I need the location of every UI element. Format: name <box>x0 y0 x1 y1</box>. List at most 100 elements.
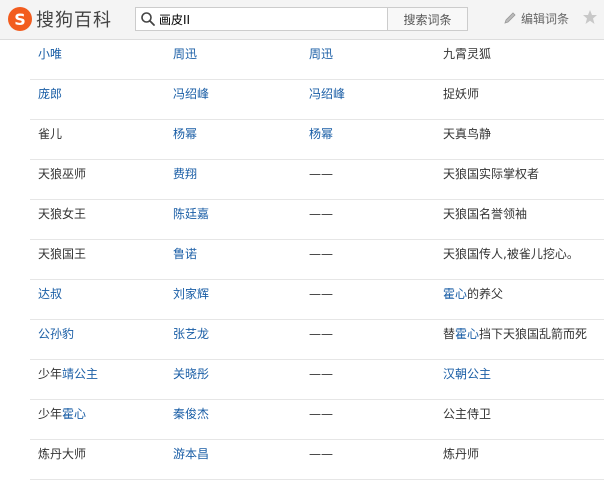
entry-link[interactable]: 汉朝公主 <box>443 367 491 381</box>
voice-actor: —— <box>309 240 333 280</box>
voice-actor: 周迅 <box>309 40 333 80</box>
character-name: 达叔 <box>38 280 62 320</box>
table-row: 达叔 刘家辉 —— 霍心的养父 <box>30 280 604 320</box>
table-row: 小唯 周迅 周迅 九霄灵狐 <box>30 40 604 80</box>
role-description: 天真鸟静 <box>443 120 491 160</box>
cell-text: 天狼女王 <box>38 207 87 221</box>
table-row: 少年靖公主 关晓彤 —— 汉朝公主 <box>30 360 604 400</box>
role-description: 霍心的养父 <box>443 280 503 320</box>
search-button[interactable]: 搜索词条 <box>388 7 468 31</box>
character-name: 天狼巫师 <box>38 160 86 200</box>
entry-link[interactable]: 游本昌 <box>173 447 209 461</box>
edit-entry-button[interactable]: 编辑词条 <box>503 8 569 28</box>
table-row: 雀儿 杨幂 杨幂 天真鸟静 <box>30 120 604 160</box>
cell-text: 捉妖师 <box>443 87 480 101</box>
character-name: 少年靖公主 <box>38 360 98 400</box>
cell-text: 天狼国传人,被雀儿挖心。 <box>443 247 579 261</box>
cell-text: 天狼巫师 <box>38 167 87 181</box>
actor-name: 冯绍峰 <box>173 80 209 120</box>
character-name: 雀儿 <box>38 120 62 160</box>
entry-link[interactable]: 杨幂 <box>309 127 333 141</box>
role-description: 天狼国传人,被雀儿挖心。 <box>443 240 579 280</box>
entry-link[interactable]: 冯绍峰 <box>309 87 345 101</box>
voice-actor: —— <box>309 360 333 400</box>
role-description: 天狼国名誉领袖 <box>443 200 527 240</box>
cell-text: 少年 <box>38 367 63 381</box>
cell-text: —— <box>309 207 333 221</box>
entry-link[interactable]: 冯绍峰 <box>173 87 209 101</box>
cell-text: 天狼国实际掌权者 <box>443 167 540 181</box>
actor-name: 游本昌 <box>173 440 209 480</box>
table-row: 少年霍心 秦俊杰 —— 公主侍卫 <box>30 400 604 440</box>
entry-link[interactable]: 周迅 <box>309 47 333 61</box>
character-name: 小唯 <box>38 40 62 80</box>
actor-name: 鲁诺 <box>173 240 197 280</box>
table-row: 庞郎 冯绍峰 冯绍峰 捉妖师 <box>30 80 604 120</box>
logo-text: 搜狗百科 <box>36 10 112 31</box>
cell-text: 天真鸟静 <box>443 127 492 141</box>
entry-link[interactable]: 霍心 <box>455 327 479 341</box>
character-name: 天狼女王 <box>38 200 86 240</box>
cell-text: 九霄灵狐 <box>443 47 492 61</box>
star-icon[interactable] <box>582 9 598 25</box>
cell-text: 替 <box>443 327 456 341</box>
character-name: 炼丹大师 <box>38 440 86 480</box>
role-description: 九霄灵狐 <box>443 40 491 80</box>
cell-text: 雀儿 <box>38 127 63 141</box>
entry-link[interactable]: 陈廷嘉 <box>173 207 209 221</box>
actor-name: 杨幂 <box>173 120 197 160</box>
entry-link[interactable]: 公孙豹 <box>38 327 74 341</box>
role-description: 替霍心挡下天狼国乱箭而死 <box>443 320 587 360</box>
table-row: 天狼巫师 费翔 —— 天狼国实际掌权者 <box>30 160 604 200</box>
cell-text: 炼丹师 <box>443 447 480 461</box>
search-input[interactable] <box>156 9 387 29</box>
role-description: 炼丹师 <box>443 440 479 480</box>
cell-text: 少年 <box>38 407 63 421</box>
entry-link[interactable]: 靖公主 <box>62 367 98 381</box>
voice-actor: —— <box>309 160 333 200</box>
voice-actor: —— <box>309 280 333 320</box>
entry-link[interactable]: 鲁诺 <box>173 247 197 261</box>
table-row: 炼丹大师 游本昌 —— 炼丹师 <box>30 440 604 480</box>
entry-link[interactable]: 霍心 <box>443 287 467 301</box>
cell-text: 公主侍卫 <box>443 407 492 421</box>
entry-link[interactable]: 庞郎 <box>38 87 62 101</box>
cell-text: —— <box>309 407 333 421</box>
edit-entry-label: 编辑词条 <box>521 11 570 26</box>
role-description: 公主侍卫 <box>443 400 491 440</box>
entry-link[interactable]: 周迅 <box>173 47 197 61</box>
voice-actor: —— <box>309 400 333 440</box>
entry-link[interactable]: 小唯 <box>38 47 62 61</box>
role-description: 捉妖师 <box>443 80 479 120</box>
entry-link[interactable]: 刘家辉 <box>173 287 209 301</box>
actor-name: 秦俊杰 <box>173 400 209 440</box>
cell-text: 炼丹大师 <box>38 447 87 461</box>
character-name: 少年霍心 <box>38 400 86 440</box>
entry-link[interactable]: 张艺龙 <box>173 327 209 341</box>
actor-name: 费翔 <box>173 160 197 200</box>
actor-name: 陈廷嘉 <box>173 200 209 240</box>
entry-link[interactable]: 达叔 <box>38 287 62 301</box>
character-name: 公孙豹 <box>38 320 74 360</box>
table-row: 天狼女王 陈廷嘉 —— 天狼国名誉领袖 <box>30 200 604 240</box>
voice-actor: 冯绍峰 <box>309 80 345 120</box>
cell-text: —— <box>309 167 333 181</box>
voice-actor: 杨幂 <box>309 120 333 160</box>
entry-link[interactable]: 杨幂 <box>173 127 197 141</box>
search-box <box>135 7 388 31</box>
entry-link[interactable]: 费翔 <box>173 167 197 181</box>
entry-link[interactable]: 霍心 <box>62 407 86 421</box>
voice-actor: —— <box>309 200 333 240</box>
top-bar: S 搜狗百科 搜索词条 编辑词条 <box>0 0 604 40</box>
actor-name: 刘家辉 <box>173 280 209 320</box>
cast-table: 小唯 周迅 周迅 九霄灵狐 庞郎 冯绍峰 冯绍峰 捉妖师 雀儿 杨幂 杨幂 天真鸟静 天狼巫师 费翔 —— 天… <box>30 40 604 480</box>
cell-text: —— <box>309 367 333 381</box>
sogou-baike-logo[interactable]: S 搜狗百科 <box>8 7 112 31</box>
entry-link[interactable]: 秦俊杰 <box>173 407 209 421</box>
actor-name: 关晓彤 <box>173 360 209 400</box>
voice-actor: —— <box>309 320 333 360</box>
cell-text: —— <box>309 327 333 341</box>
cell-text: 天狼国名誉领袖 <box>443 207 528 221</box>
entry-link[interactable]: 关晓彤 <box>173 367 209 381</box>
cell-text: —— <box>309 247 333 261</box>
